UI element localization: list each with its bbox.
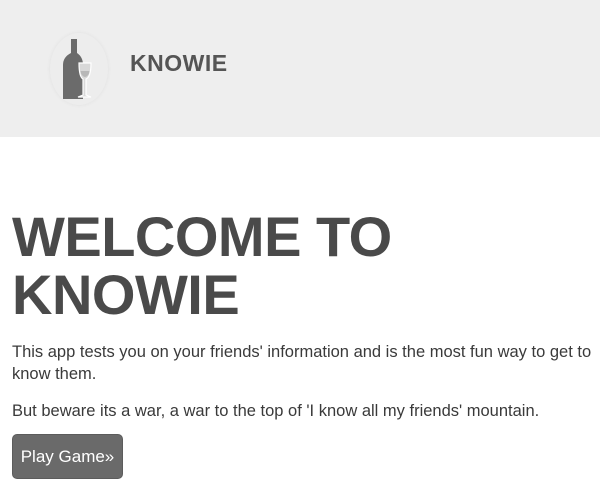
app-logo[interactable] xyxy=(50,33,108,105)
app-header: KNOWIE xyxy=(0,0,600,137)
warning-text: But beware its a war, a war to the top o… xyxy=(12,402,540,420)
page-title-line-1: WELCOME TO xyxy=(12,205,392,268)
intro-text: This app tests you on your friends' info… xyxy=(12,343,592,383)
wine-bottle-glass-icon xyxy=(63,39,92,99)
page-title-line-2: KNOWIE xyxy=(12,263,240,326)
page-title: WELCOME TO KNOWIE xyxy=(12,208,572,324)
play-game-button[interactable]: Play Game» xyxy=(12,434,123,479)
app-name: KNOWIE xyxy=(130,50,228,76)
